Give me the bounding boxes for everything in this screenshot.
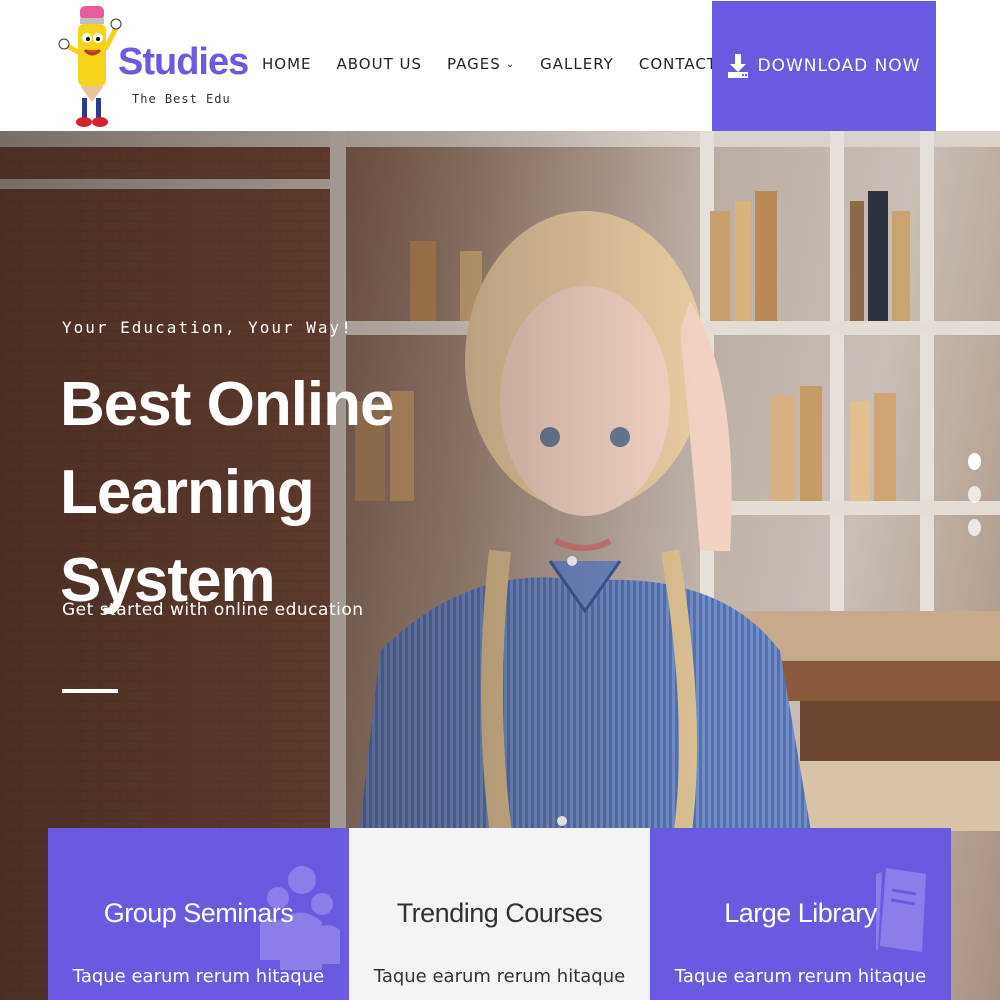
feature-card-group-seminars[interactable]: Group Seminars Taque earum rerum hitaque bbox=[48, 828, 349, 1000]
slider-pagination bbox=[968, 453, 981, 552]
feature-card-text: Taque earum rerum hitaque bbox=[674, 966, 927, 987]
nav-item-label: HOME bbox=[262, 55, 312, 73]
feature-card-text: Taque earum rerum hitaque bbox=[72, 966, 325, 987]
nav-item-pages[interactable]: PAGES ⌄ bbox=[447, 55, 515, 73]
download-label: DOWNLOAD NOW bbox=[757, 56, 921, 76]
brand-name: Studies bbox=[118, 41, 249, 83]
feature-card-title: Large Library bbox=[724, 898, 877, 928]
feature-card-text: Taque earum rerum hitaque bbox=[373, 966, 626, 987]
feature-card-trending-courses[interactable]: Trending Courses Taque earum rerum hitaq… bbox=[349, 828, 650, 1000]
feature-card-title: Group Seminars bbox=[103, 898, 294, 928]
feature-cards: Group Seminars Taque earum rerum hitaque… bbox=[48, 828, 951, 1000]
slider-dot-3[interactable] bbox=[968, 519, 981, 536]
slider-dot-1[interactable] bbox=[968, 453, 981, 470]
nav-item-home[interactable]: HOME bbox=[262, 55, 312, 73]
feature-card-large-library[interactable]: Large Library Taque earum rerum hitaque bbox=[650, 828, 951, 1000]
hero-title-line1: Best Online bbox=[60, 370, 395, 439]
site-header: Studies The Best Edu HOME ABOUT US PAGES… bbox=[0, 0, 1000, 131]
feature-card-title: Trending Courses bbox=[396, 898, 603, 928]
nav-item-label: ABOUT US bbox=[336, 55, 423, 73]
main-nav: HOME ABOUT US PAGES ⌄ GALLERY CONTACT US bbox=[262, 52, 770, 76]
hero-subtitle: Get started with online education bbox=[62, 600, 364, 620]
brand-tagline: The Best Edu bbox=[132, 92, 231, 106]
nav-item-about-us[interactable]: ABOUT US bbox=[337, 55, 423, 73]
nav-item-label: GALLERY bbox=[540, 55, 614, 73]
chevron-down-icon: ⌄ bbox=[505, 58, 516, 70]
slider-dot-2[interactable] bbox=[968, 486, 981, 503]
nav-item-label: PAGES bbox=[447, 55, 501, 73]
download-now-button[interactable]: DOWNLOAD NOW bbox=[712, 1, 936, 131]
hero-divider bbox=[62, 689, 118, 693]
nav-item-gallery[interactable]: GALLERY bbox=[540, 55, 614, 73]
pencil-mascot-icon bbox=[58, 6, 122, 127]
hero-eyebrow: Your Education, Your Way! bbox=[62, 318, 353, 337]
site-logo[interactable]: Studies The Best Edu bbox=[58, 2, 249, 130]
download-icon bbox=[727, 54, 748, 78]
hero-title: Best Online Learning System bbox=[60, 361, 520, 625]
hero-title-line2: Learning System bbox=[60, 458, 315, 615]
